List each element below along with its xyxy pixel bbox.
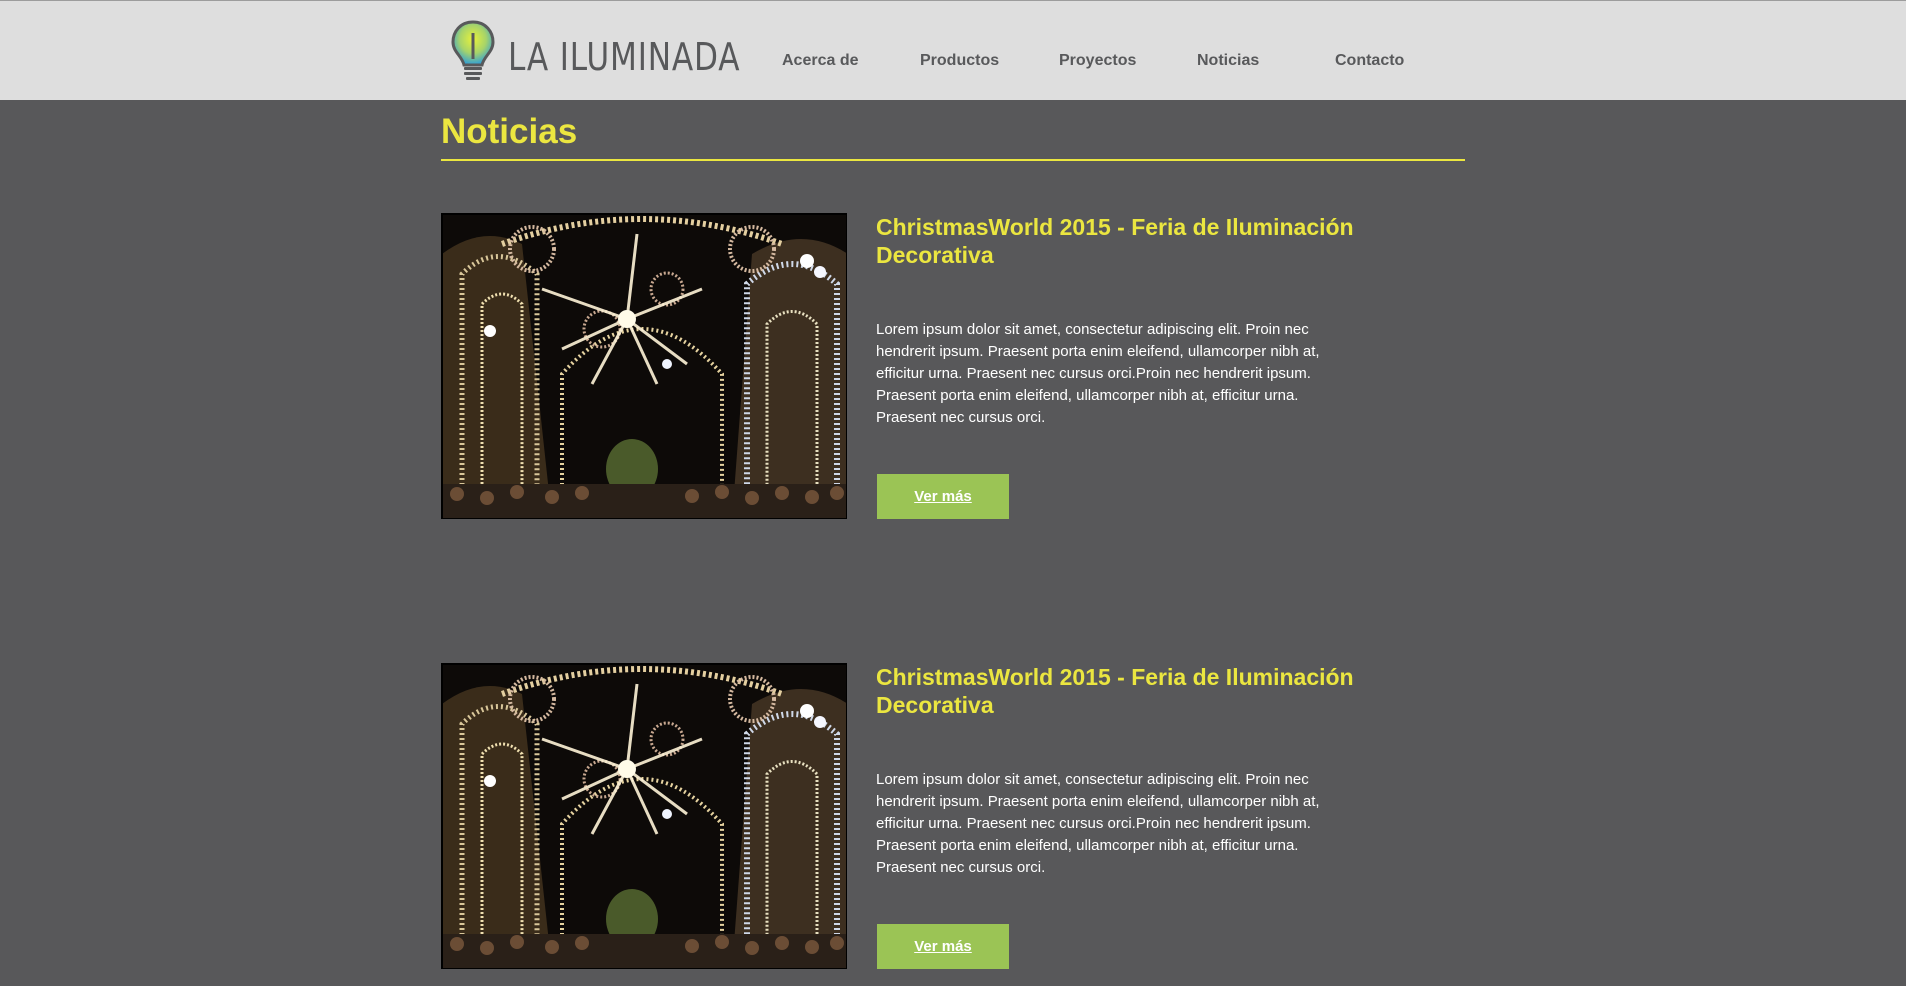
lightbulb-icon: [451, 20, 495, 80]
news-image[interactable]: [441, 213, 847, 519]
nav-item-contacto[interactable]: Contacto: [1335, 52, 1404, 70]
news-image[interactable]: [441, 663, 847, 969]
page-title: Noticias: [441, 112, 578, 151]
ver-mas-button[interactable]: Ver más: [877, 474, 1009, 519]
nav-item-proyectos[interactable]: Proyectos: [1059, 52, 1136, 70]
news-body: Lorem ipsum dolor sit amet, consectetur …: [876, 321, 1320, 426]
news-item: ChristmasWorld 2015 - Feria de Iluminaci…: [441, 663, 1465, 970]
site-header: LA ILUMINADA Acerca de Productos Proyect…: [0, 0, 1906, 100]
news-item: ChristmasWorld 2015 - Feria de Iluminaci…: [441, 213, 1465, 520]
news-title[interactable]: ChristmasWorld 2015 - Feria de Iluminaci…: [876, 663, 1396, 719]
ver-mas-button[interactable]: Ver más: [877, 924, 1009, 969]
nav-item-acerca-de[interactable]: Acerca de: [782, 52, 859, 70]
title-divider: [441, 159, 1465, 161]
nav-item-productos[interactable]: Productos: [920, 52, 999, 70]
logo-wordmark: LA ILUMINADA: [508, 35, 741, 79]
news-title[interactable]: ChristmasWorld 2015 - Feria de Iluminaci…: [876, 213, 1396, 269]
news-body: Lorem ipsum dolor sit amet, consectetur …: [876, 771, 1320, 876]
nav-item-noticias[interactable]: Noticias: [1197, 52, 1259, 70]
